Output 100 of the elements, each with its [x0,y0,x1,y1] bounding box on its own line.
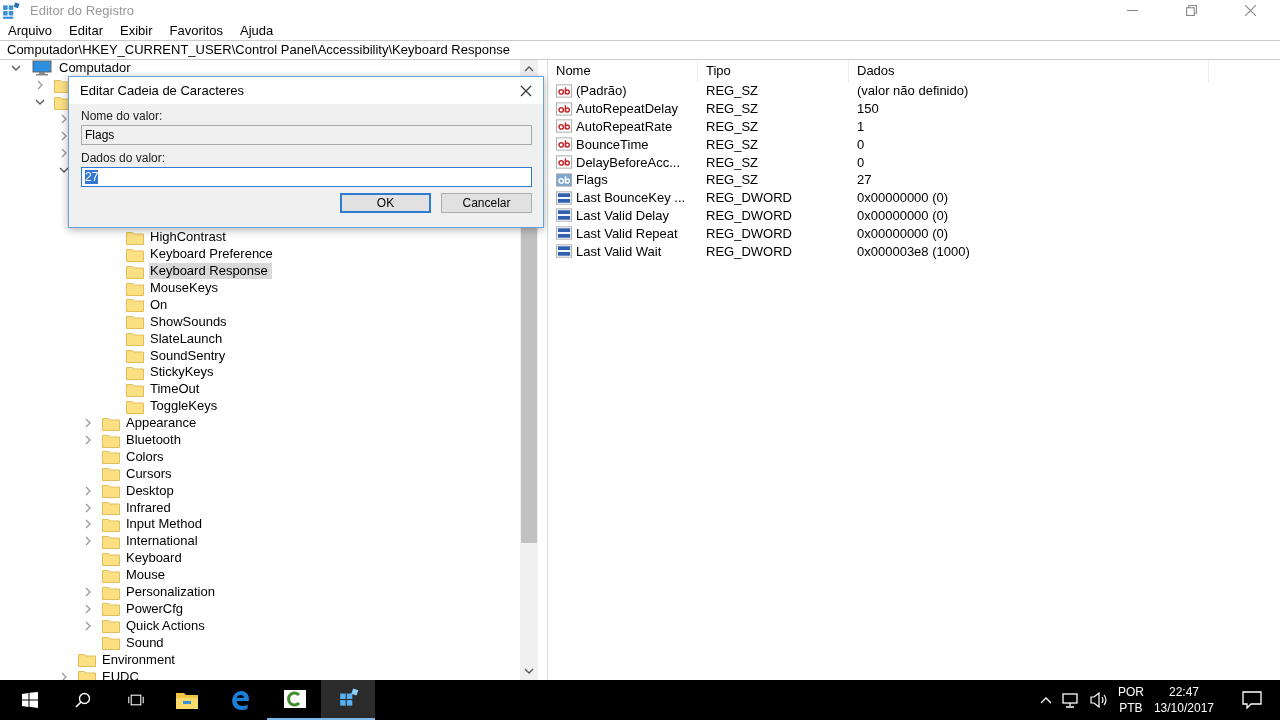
value-name[interactable]: Last Valid Repeat [576,225,678,241]
column-header[interactable]: Tipo [698,60,849,82]
tree-item[interactable]: TimeOut [149,381,204,398]
tree-item[interactable]: SlateLaunch [149,330,227,347]
expand-chevron-icon[interactable] [85,603,91,614]
language-indicator[interactable]: POR PTB [1117,684,1144,716]
collapse-chevron-icon[interactable] [35,99,45,106]
value-name[interactable]: Last BounceKey ... [576,190,686,206]
tree-item[interactable]: Computador [58,60,135,77]
tree-item[interactable]: MouseKeys [149,280,222,296]
close-icon[interactable] [520,84,532,97]
value-type: REG_DWORD [705,243,793,259]
value-name[interactable]: Last Valid Wait [576,243,662,259]
scroll-down-icon[interactable] [524,668,534,674]
folder-icon [102,533,120,549]
menu-item[interactable]: Exibir [120,23,153,38]
folder-icon [126,280,144,296]
value-type: REG_SZ [705,154,759,170]
tree-item[interactable]: Sound [125,634,168,651]
collapse-chevron-icon[interactable] [11,65,21,72]
value-name[interactable]: DelayBeforeAcc... [576,154,681,170]
folder-icon [126,348,144,364]
expand-chevron-icon[interactable] [85,502,91,513]
tree-item[interactable]: Infrared [125,499,175,516]
tree-item[interactable]: StickyKeys [149,364,218,381]
clock[interactable]: 22:47 13/10/2017 [1153,684,1214,716]
notification-icon[interactable] [1242,691,1262,709]
value-name[interactable]: Flags [576,172,608,188]
app-icon [2,1,20,20]
tree-item[interactable]: EUDC [101,668,143,680]
value-name[interactable]: AutoRepeatDelay [576,101,678,117]
value-name[interactable]: Last Valid Delay [576,207,669,223]
tree-item[interactable]: Personalization [125,584,219,601]
value-data-field[interactable]: 27 [81,167,532,187]
folder-icon [102,567,120,583]
value-data: 150 [856,101,880,117]
value-name-field[interactable]: Flags [81,125,532,145]
expand-chevron-icon[interactable] [61,114,67,125]
search-icon[interactable] [75,692,91,708]
tree-item[interactable]: Cursors [125,465,176,482]
value-type: REG_DWORD [705,225,793,241]
expand-chevron-icon[interactable] [85,418,91,429]
expand-chevron-icon[interactable] [37,80,43,91]
chevron-up-icon[interactable] [1039,696,1052,704]
folder-icon [102,466,120,482]
recorder-app-icon[interactable] [283,688,307,710]
tree-item[interactable]: Quick Actions [125,617,209,634]
expand-chevron-icon[interactable] [85,620,91,631]
tree-item[interactable]: Bluetooth [125,432,185,449]
address-bar[interactable]: Computador\HKEY_CURRENT_USER\Control Panel\Accessibility\Keyboard Response [0,40,1280,60]
expand-chevron-icon[interactable] [85,485,91,496]
tree-item[interactable]: SoundSentry [149,347,230,364]
tree-item[interactable]: ShowSounds [149,313,231,330]
folder-icon [102,517,120,532]
tree-item[interactable]: Colors [125,448,168,465]
scroll-up-icon[interactable] [524,66,534,72]
value-name[interactable]: BounceTime [576,136,649,152]
tree-item[interactable]: Keyboard Response [149,263,272,280]
value-name[interactable]: (Padrão) [576,83,627,99]
folder-icon [102,432,120,448]
tree-item[interactable]: Appearance [125,415,201,432]
folder-icon [102,601,120,617]
expand-chevron-icon[interactable] [85,519,91,530]
folder-icon [126,331,144,347]
folder-icon [126,398,144,414]
network-icon[interactable] [1061,692,1080,708]
column-header[interactable]: Nome [548,60,698,82]
tree-item[interactable]: ToggleKeys [149,398,222,415]
value-name[interactable]: AutoRepeatRate [576,119,673,134]
dialog-button[interactable]: OK [340,193,431,213]
value-data: 0 [856,136,866,152]
value-type: REG_DWORD [705,207,793,223]
expand-chevron-icon[interactable] [85,536,91,547]
value-type: REG_SZ [705,136,759,152]
expand-chevron-icon[interactable] [85,587,91,598]
tree-item[interactable]: Input Method [125,516,206,533]
speaker-icon[interactable] [1089,692,1108,708]
value-data: 27 [856,172,873,188]
tree-item[interactable]: Mouse [125,567,170,584]
tree-item[interactable]: International [125,533,202,550]
tree-item[interactable]: Desktop [125,482,178,499]
menu-item[interactable]: Arquivo [8,23,53,38]
tree-item[interactable]: HighContrast [149,229,230,246]
tree-item[interactable]: Keyboard [125,550,186,567]
task-view-icon[interactable] [128,692,144,708]
expand-chevron-icon[interactable] [85,435,91,446]
tree-item[interactable]: Keyboard Preference [149,246,277,263]
column-header[interactable]: Dados [849,60,1209,82]
menu-item[interactable]: Favoritos [169,23,224,38]
value-type: REG_DWORD [705,190,793,206]
tree-item[interactable]: On [149,296,172,313]
tree-item[interactable]: Environment [101,651,179,668]
menu-item[interactable]: Editar [69,23,104,38]
start-icon[interactable] [22,692,38,708]
tree-item[interactable]: PowerCfg [125,600,188,617]
expand-chevron-icon[interactable] [61,131,67,141]
expand-chevron-icon[interactable] [61,147,67,158]
menu-item[interactable]: Ajuda [240,23,274,38]
dialog-button[interactable]: Cancelar [441,193,532,213]
maximize-icon[interactable] [1186,5,1197,16]
